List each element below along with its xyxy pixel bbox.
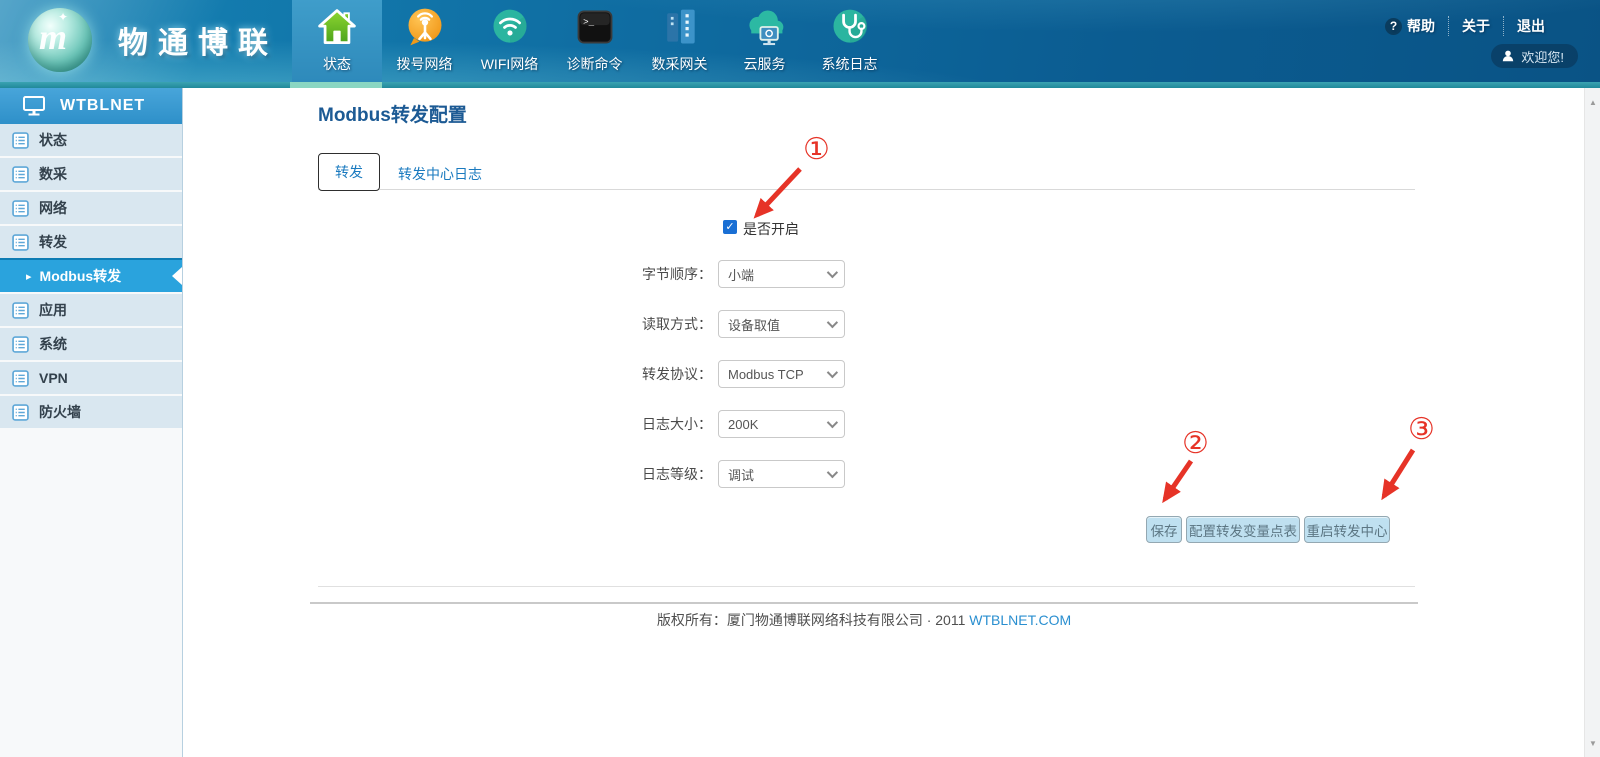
brand-logo: m ✦ 物通博联 (28, 8, 278, 72)
utility-links: ? 帮助 关于 退出 (1372, 16, 1558, 36)
byte-order-label: 字节顺序： (560, 260, 712, 288)
sidebar-item-network[interactable]: 网络 (0, 192, 182, 224)
tabs-divider (318, 189, 1415, 190)
page: m ✦ 物通博联 状态 (0, 0, 1600, 757)
top-nav: 状态 拨号网络 (292, 0, 892, 82)
log-size-select[interactable]: 200K (718, 410, 845, 438)
list-icon (12, 336, 29, 353)
chevron-down-icon (827, 417, 838, 428)
forward-protocol-select[interactable]: Modbus TCP (718, 360, 845, 388)
enable-checkbox[interactable]: ✓ (723, 220, 737, 234)
footer-divider (310, 602, 1418, 604)
top-nav-item-wifi-network[interactable]: WIFI网络 (467, 0, 552, 82)
footer-copyright: 版权所有：厦门物通博联网络科技有限公司 · 2011 WTBLNET.COM (310, 610, 1418, 630)
list-icon (12, 302, 29, 319)
sidebar-item-status[interactable]: 状态 (0, 124, 182, 156)
caret-right-icon: ▸ (26, 270, 32, 283)
sidebar-item-forward[interactable]: 转发 (0, 226, 182, 258)
enable-checkbox-label: 是否开启 (743, 219, 799, 239)
logout-link[interactable]: 退出 (1503, 16, 1558, 36)
top-nav-item-data-gateway[interactable]: 数采网关 (637, 0, 722, 82)
wifi-icon (488, 3, 532, 51)
configure-forward-variable-table-button[interactable]: 配置转发变量点表 (1186, 516, 1300, 543)
scroll-up-icon[interactable]: ▲ (1585, 94, 1600, 110)
log-level-label: 日志等级： (560, 460, 712, 488)
annotation-number-3: ③ (1408, 415, 1435, 445)
footer-link[interactable]: WTBLNET.COM (969, 612, 1071, 628)
top-nav-item-diagnostic-command[interactable]: >_ 诊断命令 (552, 0, 637, 82)
read-mode-label: 读取方式： (560, 310, 712, 338)
scroll-down-icon[interactable]: ▼ (1585, 735, 1600, 751)
header-bar: m ✦ 物通博联 状态 (0, 0, 1600, 82)
header-active-strip (290, 82, 382, 88)
byte-order-select[interactable]: 小端 (718, 260, 845, 288)
terminal-icon: >_ (573, 3, 617, 51)
top-nav-item-dialup-network[interactable]: 拨号网络 (382, 0, 467, 82)
content-divider (318, 586, 1415, 587)
sidebar-item-system[interactable]: 系统 (0, 328, 182, 360)
log-size-label: 日志大小： (560, 410, 712, 438)
sidebar-item-application[interactable]: 应用 (0, 294, 182, 326)
brand-sphere-icon: m ✦ (28, 8, 92, 72)
sidebar-item-data-collection[interactable]: 数采 (0, 158, 182, 190)
sidebar-header-label: WTBLNET (60, 97, 145, 115)
restart-forward-center-button[interactable]: 重启转发中心 (1304, 516, 1390, 543)
save-button[interactable]: 保存 (1146, 516, 1182, 543)
sidebar-item-firewall[interactable]: 防火墙 (0, 396, 182, 428)
annotation-number-1: ① (803, 135, 830, 165)
monitor-icon (22, 95, 46, 117)
read-mode-select[interactable]: 设备取值 (718, 310, 845, 338)
list-icon (12, 234, 29, 251)
svg-text:>_: >_ (583, 16, 594, 27)
server-gateway-icon (658, 3, 702, 51)
sidebar: WTBLNET 状态 数采 网络 (0, 88, 183, 757)
user-icon (1501, 49, 1515, 63)
brand-name: 物通博联 (118, 18, 278, 62)
tab-forward[interactable]: 转发 (318, 153, 380, 191)
top-nav-item-system-log[interactable]: 系统日志 (807, 0, 892, 82)
top-nav-item-cloud-service[interactable]: 云服务 (722, 0, 807, 82)
about-link[interactable]: 关于 (1448, 16, 1503, 36)
sidebar-item-modbus-forward[interactable]: ▸ Modbus转发 (0, 258, 182, 292)
forward-protocol-label: 转发协议： (560, 360, 712, 388)
chevron-down-icon (827, 267, 838, 278)
chevron-down-icon (827, 367, 838, 378)
sidebar-header: WTBLNET (0, 88, 182, 124)
header-teal-strip (0, 82, 1600, 88)
top-nav-item-status[interactable]: 状态 (292, 0, 382, 82)
vertical-scrollbar[interactable]: ▲ ▼ (1584, 88, 1600, 757)
stethoscope-icon (828, 3, 872, 51)
help-link[interactable]: ? 帮助 (1372, 16, 1448, 36)
sidebar-item-vpn[interactable]: VPN (0, 362, 182, 394)
page-title: Modbus转发配置 (318, 100, 467, 127)
chevron-down-icon (827, 467, 838, 478)
list-icon (12, 370, 29, 387)
cloud-monitor-icon (743, 3, 787, 51)
list-icon (12, 132, 29, 149)
log-level-select[interactable]: 调试 (718, 460, 845, 488)
annotation-number-2: ② (1182, 429, 1209, 459)
list-icon (12, 166, 29, 183)
selected-notch (172, 267, 182, 285)
welcome-badge[interactable]: 欢迎您! (1491, 44, 1578, 68)
home-icon (315, 3, 359, 51)
question-icon: ? (1385, 18, 1402, 35)
tab-forward-center-log[interactable]: 转发中心日志 (398, 164, 482, 184)
list-icon (12, 200, 29, 217)
chevron-down-icon (827, 317, 838, 328)
list-icon (12, 404, 29, 421)
broadcast-icon (403, 3, 447, 51)
